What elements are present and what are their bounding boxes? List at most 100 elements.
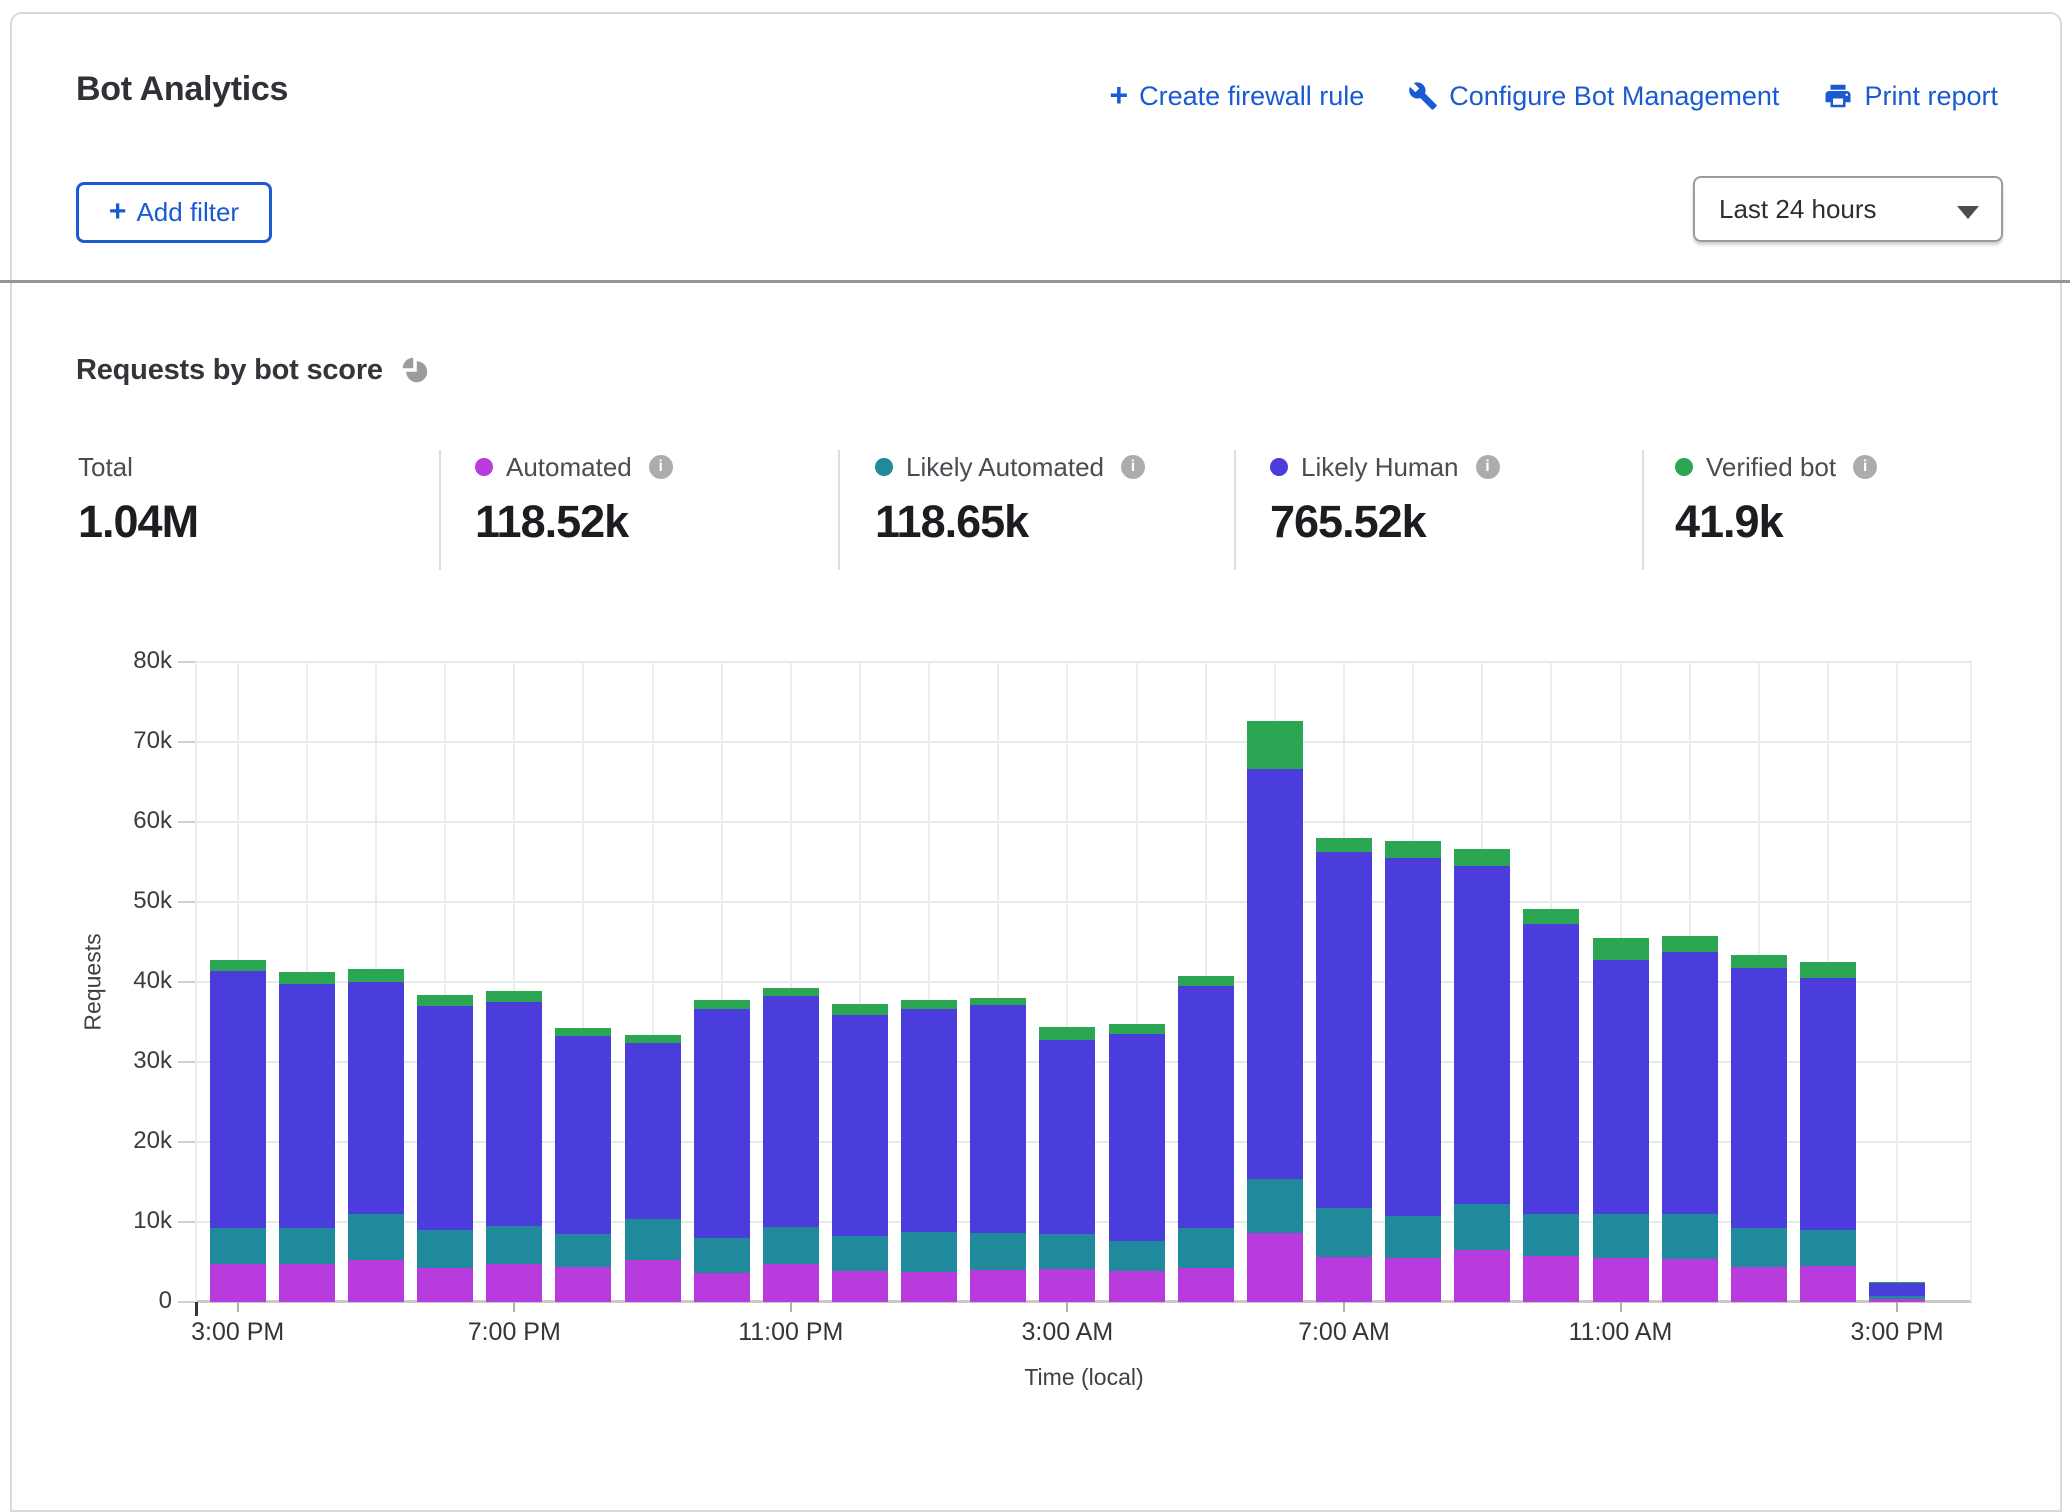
- bar-segment-verified-bot[interactable]: [1109, 1024, 1165, 1034]
- bar-segment-automated[interactable]: [1593, 1258, 1649, 1302]
- bar-segment-verified-bot[interactable]: [1593, 938, 1649, 960]
- bar-segment-likely-human[interactable]: [625, 1043, 681, 1219]
- bar-segment-verified-bot[interactable]: [1662, 936, 1718, 952]
- bar-segment-automated[interactable]: [1316, 1257, 1372, 1302]
- bar-segment-likely-human[interactable]: [694, 1009, 750, 1238]
- bar-segment-likely-human[interactable]: [970, 1005, 1026, 1233]
- bar-segment-verified-bot[interactable]: [348, 969, 404, 982]
- bar-segment-likely-automated[interactable]: [1385, 1216, 1441, 1258]
- bar-segment-likely-human[interactable]: [1800, 978, 1856, 1230]
- bar-segment-automated[interactable]: [417, 1268, 473, 1302]
- bar-segment-likely-automated[interactable]: [1178, 1228, 1234, 1267]
- bar-segment-likely-human[interactable]: [555, 1036, 611, 1234]
- bar-segment-likely-human[interactable]: [763, 996, 819, 1227]
- bar-segment-likely-automated[interactable]: [1523, 1214, 1579, 1256]
- bar-segment-likely-automated[interactable]: [1247, 1179, 1303, 1233]
- bar-segment-automated[interactable]: [1247, 1233, 1303, 1302]
- bar-segment-likely-automated[interactable]: [1731, 1228, 1787, 1267]
- bar-segment-likely-human[interactable]: [210, 971, 266, 1228]
- bar-segment-likely-human[interactable]: [1454, 866, 1510, 1204]
- bar-segment-verified-bot[interactable]: [970, 998, 1026, 1005]
- bar-segment-automated[interactable]: [694, 1273, 750, 1302]
- bar-segment-likely-human[interactable]: [1593, 960, 1649, 1214]
- bar-segment-automated[interactable]: [555, 1267, 611, 1302]
- bar-segment-likely-human[interactable]: [348, 982, 404, 1214]
- bar-segment-likely-automated[interactable]: [1316, 1208, 1372, 1258]
- bar-segment-verified-bot[interactable]: [901, 1000, 957, 1009]
- bar-segment-likely-automated[interactable]: [763, 1227, 819, 1264]
- bar-segment-verified-bot[interactable]: [1385, 841, 1441, 858]
- bar-segment-likely-human[interactable]: [1869, 1283, 1925, 1297]
- bar-segment-likely-automated[interactable]: [1662, 1214, 1718, 1259]
- bar-segment-likely-automated[interactable]: [1039, 1234, 1095, 1269]
- bar-segment-automated[interactable]: [279, 1264, 335, 1302]
- bar-segment-verified-bot[interactable]: [1039, 1027, 1095, 1040]
- bar-segment-verified-bot[interactable]: [1523, 909, 1579, 924]
- bar-segment-likely-human[interactable]: [901, 1009, 957, 1231]
- bar-segment-verified-bot[interactable]: [832, 1004, 888, 1014]
- bar-segment-verified-bot[interactable]: [279, 972, 335, 984]
- bar-segment-likely-human[interactable]: [1039, 1040, 1095, 1234]
- bar-segment-likely-human[interactable]: [279, 984, 335, 1229]
- bar-segment-automated[interactable]: [832, 1271, 888, 1302]
- bar-segment-verified-bot[interactable]: [763, 988, 819, 996]
- bar-segment-verified-bot[interactable]: [417, 995, 473, 1006]
- bar-segment-verified-bot[interactable]: [555, 1028, 611, 1037]
- bar-segment-automated[interactable]: [625, 1260, 681, 1302]
- bar-segment-automated[interactable]: [1454, 1250, 1510, 1302]
- bar-segment-automated[interactable]: [970, 1270, 1026, 1302]
- bar-segment-likely-automated[interactable]: [901, 1232, 957, 1273]
- bar-segment-likely-human[interactable]: [1731, 968, 1787, 1227]
- bar-segment-verified-bot[interactable]: [694, 1000, 750, 1010]
- bar-segment-automated[interactable]: [1800, 1266, 1856, 1302]
- bar-segment-likely-human[interactable]: [1316, 852, 1372, 1208]
- bar-segment-likely-automated[interactable]: [1593, 1214, 1649, 1258]
- bar-segment-automated[interactable]: [1523, 1256, 1579, 1302]
- bar-segment-automated[interactable]: [486, 1264, 542, 1302]
- bar-segment-verified-bot[interactable]: [486, 991, 542, 1002]
- bar-segment-likely-automated[interactable]: [694, 1238, 750, 1273]
- bar-segment-likely-human[interactable]: [832, 1015, 888, 1236]
- bar-segment-automated[interactable]: [1178, 1268, 1234, 1302]
- bar-segment-likely-automated[interactable]: [417, 1230, 473, 1268]
- bar-segment-likely-human[interactable]: [1523, 924, 1579, 1214]
- bar-segment-likely-automated[interactable]: [210, 1228, 266, 1264]
- bar-segment-likely-automated[interactable]: [832, 1236, 888, 1271]
- bar-segment-verified-bot[interactable]: [210, 960, 266, 970]
- x-axis-title: Time (local): [1024, 1364, 1143, 1391]
- bar-segment-likely-automated[interactable]: [1454, 1204, 1510, 1250]
- bar-segment-automated[interactable]: [348, 1260, 404, 1302]
- bar-segment-likely-human[interactable]: [1247, 769, 1303, 1179]
- bar-segment-likely-automated[interactable]: [279, 1228, 335, 1263]
- bar-segment-likely-human[interactable]: [486, 1002, 542, 1226]
- bar-segment-likely-human[interactable]: [1178, 986, 1234, 1228]
- bar-segment-verified-bot[interactable]: [1316, 838, 1372, 852]
- bar-segment-automated[interactable]: [210, 1264, 266, 1302]
- bar-segment-verified-bot[interactable]: [1454, 849, 1510, 866]
- bar-segment-automated[interactable]: [1731, 1267, 1787, 1302]
- bar-segment-automated[interactable]: [1385, 1258, 1441, 1302]
- bar-segment-automated[interactable]: [901, 1272, 957, 1302]
- bar-segment-likely-automated[interactable]: [1800, 1230, 1856, 1266]
- bar-segment-verified-bot[interactable]: [1247, 721, 1303, 769]
- bar-segment-verified-bot[interactable]: [1178, 976, 1234, 986]
- bar-segment-likely-automated[interactable]: [555, 1234, 611, 1267]
- bar-segment-likely-automated[interactable]: [486, 1226, 542, 1264]
- bar-segment-automated[interactable]: [1662, 1259, 1718, 1302]
- bar-segment-likely-human[interactable]: [417, 1006, 473, 1230]
- bar-segment-verified-bot[interactable]: [625, 1035, 681, 1043]
- bar-segment-likely-human[interactable]: [1662, 952, 1718, 1214]
- bar-segment-likely-automated[interactable]: [1869, 1296, 1925, 1298]
- bar-segment-likely-automated[interactable]: [348, 1214, 404, 1260]
- bar-segment-likely-automated[interactable]: [1109, 1241, 1165, 1271]
- bar-segment-likely-human[interactable]: [1385, 858, 1441, 1216]
- bar-segment-likely-automated[interactable]: [625, 1219, 681, 1261]
- bar-segment-automated[interactable]: [1109, 1271, 1165, 1302]
- bar-segment-verified-bot[interactable]: [1869, 1282, 1925, 1283]
- bar-segment-likely-automated[interactable]: [970, 1233, 1026, 1270]
- bar-segment-verified-bot[interactable]: [1731, 955, 1787, 969]
- bar-segment-verified-bot[interactable]: [1800, 962, 1856, 978]
- bar-segment-likely-human[interactable]: [1109, 1034, 1165, 1241]
- bar-segment-automated[interactable]: [1039, 1269, 1095, 1302]
- bar-segment-automated[interactable]: [763, 1264, 819, 1302]
